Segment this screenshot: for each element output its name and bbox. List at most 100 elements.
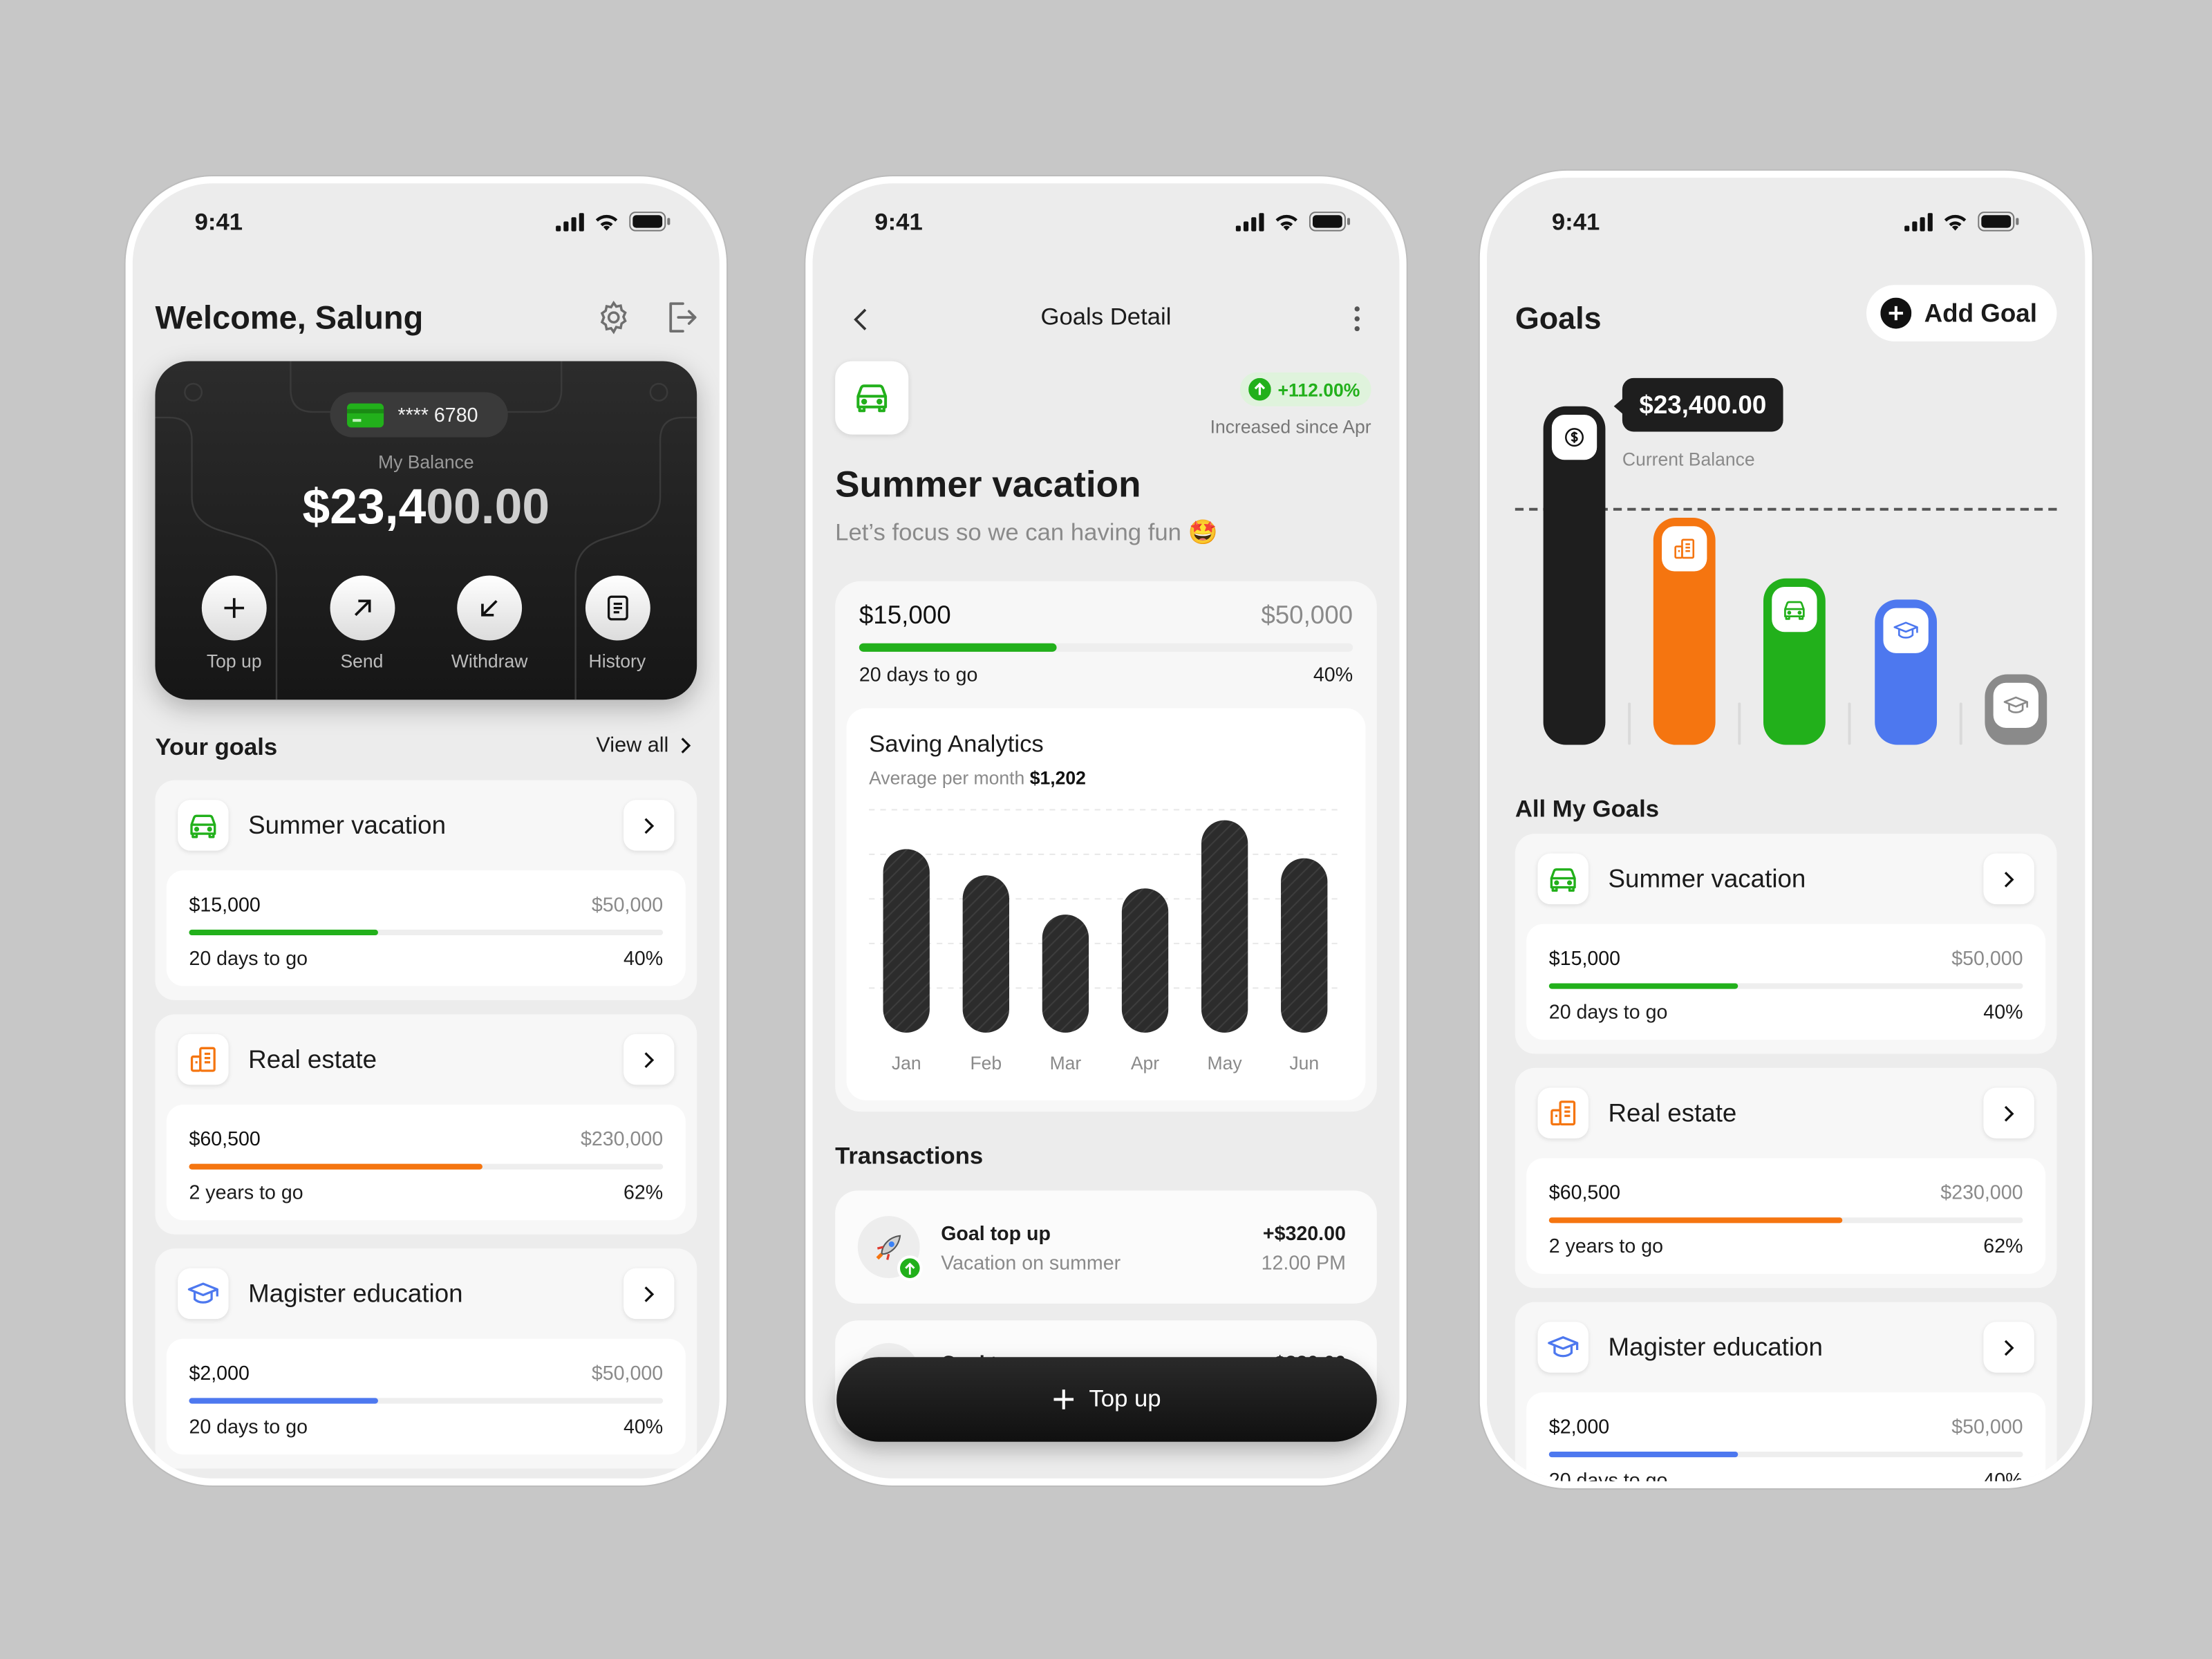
goal-icon-tile bbox=[1537, 853, 1588, 905]
goal-open-button[interactable] bbox=[1983, 1087, 2034, 1138]
transaction-avatar bbox=[857, 1216, 923, 1282]
arrow-down-left-icon bbox=[478, 597, 501, 619]
status-bar: 9:41 bbox=[133, 203, 720, 243]
add-goal-label: Add Goal bbox=[1924, 298, 2037, 327]
card-action-send[interactable]: Send bbox=[312, 575, 411, 675]
goal-progress-fill bbox=[189, 929, 379, 936]
analytics-avg: $1,202 bbox=[1029, 767, 1086, 789]
goal-bar-separator bbox=[1628, 702, 1631, 745]
growth-badge: +112.00% bbox=[1239, 372, 1371, 406]
goal-percent: 40% bbox=[1313, 663, 1353, 686]
car-icon bbox=[187, 812, 218, 838]
goal-bar-separator bbox=[1738, 702, 1741, 745]
goal-open-button[interactable] bbox=[1983, 1322, 2034, 1373]
goal-bar-icon-tile bbox=[1993, 682, 2038, 728]
goal-amount: $60,500 bbox=[189, 1127, 261, 1150]
goal-bar-summer-vacation[interactable] bbox=[1763, 579, 1826, 745]
goal-open-button[interactable] bbox=[1983, 853, 2034, 905]
goal-progress-fill bbox=[859, 643, 1057, 652]
gear-icon bbox=[600, 300, 627, 335]
goal-bar-education[interactable] bbox=[1985, 673, 2047, 745]
chart-bar-mar[interactable] bbox=[1042, 915, 1089, 1033]
transaction-amount: +$320.00 bbox=[1262, 1221, 1346, 1244]
more-button[interactable] bbox=[1346, 302, 1369, 336]
chart-x-tick-label: Jun bbox=[1289, 1053, 1319, 1074]
transaction-subtitle: Vacation on summer bbox=[941, 1251, 1121, 1274]
arrow-up-right-icon bbox=[350, 597, 373, 619]
card-action-top-up[interactable]: Top up bbox=[185, 575, 283, 675]
goal-percent: 40% bbox=[623, 946, 664, 970]
chevron-right-icon bbox=[644, 1284, 655, 1303]
goal-title: Magister education bbox=[1608, 1333, 1823, 1362]
goal-bar-separator bbox=[1848, 702, 1851, 745]
balance-card: **** 6780 My Balance $23,400.00 Top up Se… bbox=[155, 361, 697, 700]
card-action-circle bbox=[584, 575, 650, 641]
goal-title: Summer vacation bbox=[835, 462, 1141, 505]
goal-detail-screen: 9:41 Goals Detail +112.00% Increased sin… bbox=[805, 176, 1407, 1485]
goal-card[interactable]: Magister education $2,000 $50,000 20 days t… bbox=[1515, 1302, 2057, 1489]
goal-bar-magister-education[interactable] bbox=[1875, 599, 1938, 745]
goal-progress: $2,000 $50,000 20 days to go 40% bbox=[166, 1338, 686, 1455]
chevron-right-icon bbox=[644, 816, 655, 835]
top-up-button[interactable]: Top up bbox=[836, 1357, 1377, 1442]
card-action-history[interactable]: History bbox=[568, 575, 666, 675]
rocket-icon bbox=[876, 1235, 901, 1260]
goal-days: 20 days to go bbox=[1548, 1000, 1668, 1023]
goal-days: 20 days to go bbox=[1548, 1468, 1668, 1489]
arrow-up-badge-icon bbox=[897, 1255, 923, 1282]
status-bar: 9:41 bbox=[1487, 203, 2085, 243]
chart-bar-jun[interactable] bbox=[1281, 858, 1328, 1033]
goal-card[interactable]: Magister education $2,000 $50,000 20 days t… bbox=[155, 1248, 697, 1469]
signal-icon bbox=[1904, 212, 1933, 231]
goal-progress-track bbox=[1548, 1217, 2023, 1224]
signal-icon bbox=[1235, 212, 1264, 231]
chart-bar-apr[interactable] bbox=[1121, 888, 1169, 1033]
receipt-icon bbox=[606, 595, 629, 621]
balance-tooltip-caption: Current Balance bbox=[1622, 448, 1755, 470]
saving-analytics-chart: Jan Feb Mar Apr May Jun bbox=[869, 809, 1343, 1074]
goal-percent: 40% bbox=[1983, 1000, 2023, 1023]
goal-target: $50,000 bbox=[591, 1361, 664, 1385]
analytics-sub-label: Average per month bbox=[869, 767, 1025, 789]
goal-progress-track bbox=[859, 643, 1353, 652]
goal-progress-fill bbox=[1548, 1217, 1843, 1224]
goal-open-button[interactable] bbox=[624, 1033, 675, 1085]
goal-target: $50,000 bbox=[1951, 946, 2023, 970]
settings-button[interactable] bbox=[592, 297, 635, 339]
view-all-link[interactable]: View all bbox=[596, 733, 691, 758]
card-icon bbox=[347, 403, 384, 428]
logout-button[interactable] bbox=[660, 297, 702, 339]
chevron-right-icon bbox=[2003, 1104, 2014, 1123]
goal-days: 2 years to go bbox=[1548, 1234, 1663, 1257]
saving-analytics-card: Saving Analytics Average per month $1,20… bbox=[846, 708, 1366, 1100]
view-all-label: View all bbox=[596, 733, 669, 758]
building-icon bbox=[189, 1045, 217, 1074]
dollar-icon bbox=[1564, 427, 1584, 447]
goal-bar-real-estate[interactable] bbox=[1653, 518, 1716, 745]
goal-target: $230,000 bbox=[1940, 1181, 2023, 1203]
balance-tooltip: $23,400.00 bbox=[1613, 377, 1783, 432]
chart-bar-may[interactable] bbox=[1201, 820, 1248, 1033]
balance-amount: $23,400.00 bbox=[155, 480, 697, 536]
battery-icon bbox=[1978, 212, 2019, 232]
transaction-item[interactable]: Goal top up Vacation on summer +$320.00 … bbox=[835, 1190, 1377, 1304]
card-action-withdraw[interactable]: Withdraw bbox=[440, 575, 539, 675]
goal-card[interactable]: Summer vacation $15,000 $50,000 20 days to … bbox=[1515, 834, 2057, 1054]
graduation-cap-icon bbox=[1548, 1335, 1579, 1360]
goal-progress: $15,000 $50,000 20 days to go 40% bbox=[1526, 924, 2046, 1040]
balance-amount-fade: 00.00 bbox=[426, 479, 550, 535]
goal-progress-track bbox=[189, 1163, 664, 1170]
goal-title: Summer vacation bbox=[248, 811, 447, 840]
plus-icon bbox=[1053, 1389, 1074, 1409]
goal-open-button[interactable] bbox=[624, 800, 675, 851]
goal-card[interactable]: Real estate $60,500 $230,000 2 years to go 6… bbox=[155, 1014, 697, 1235]
goal-card[interactable]: Summer vacation $15,000 $50,000 20 days to … bbox=[155, 780, 697, 1000]
chart-bar-jan[interactable] bbox=[883, 849, 930, 1033]
goal-icon-tile bbox=[1537, 1087, 1588, 1138]
goal-bar-current-balance[interactable] bbox=[1543, 406, 1606, 745]
chart-bar-feb[interactable] bbox=[962, 875, 1009, 1033]
building-icon bbox=[1673, 538, 1696, 561]
goal-card[interactable]: Real estate $60,500 $230,000 2 years to go 6… bbox=[1515, 1067, 2057, 1288]
add-goal-button[interactable]: Add Goal bbox=[1866, 285, 2057, 341]
goal-open-button[interactable] bbox=[624, 1268, 675, 1320]
